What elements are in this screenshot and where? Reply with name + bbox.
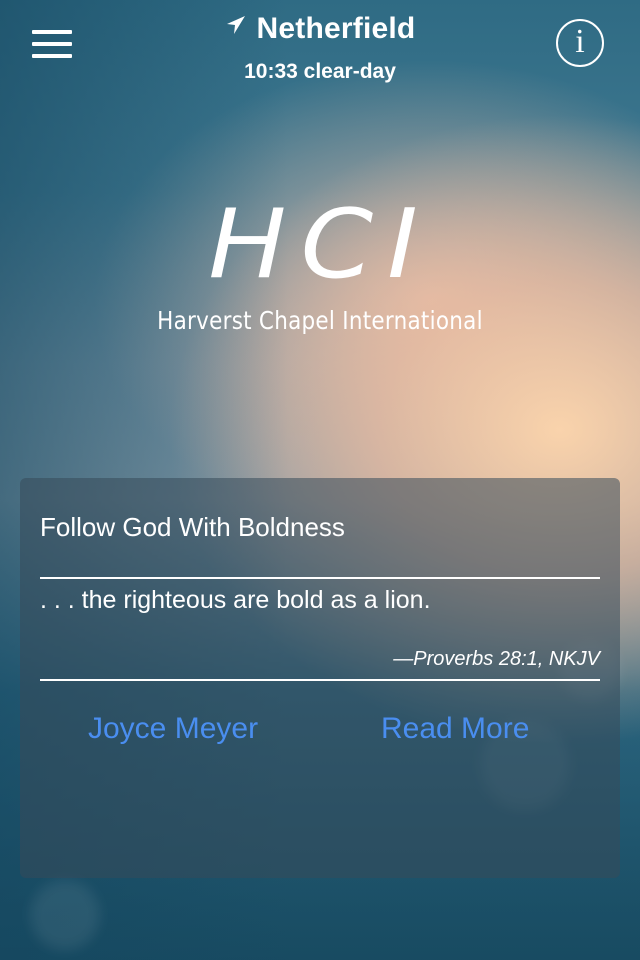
divider (40, 577, 600, 579)
devotional-card: Follow God With Boldness . . . the right… (20, 478, 620, 878)
read-more-link[interactable]: Read More (381, 712, 529, 746)
info-icon[interactable]: i (556, 19, 604, 67)
location-arrow-icon (226, 16, 245, 34)
background-bokeh (30, 880, 100, 950)
church-name: Harverst Chapel International (157, 306, 483, 335)
divider (40, 679, 600, 681)
logo-mark: HCI (208, 187, 432, 301)
verse-text: . . . the righteous are bold as a lion. (40, 586, 431, 614)
verse-reference: —Proverbs 28:1, NKJV (393, 648, 600, 670)
devotional-title: Follow God With Boldness (40, 512, 345, 542)
location-name: Netherfield (256, 12, 416, 45)
top-bar: Netherfield 10:33 clear-day i (0, 0, 640, 100)
weather-line: 10:33 clear-day (244, 60, 396, 83)
church-logo: HCI Harverst Chapel International (0, 180, 640, 360)
location-header: Netherfield (0, 12, 640, 46)
author-link[interactable]: Joyce Meyer (88, 712, 258, 746)
